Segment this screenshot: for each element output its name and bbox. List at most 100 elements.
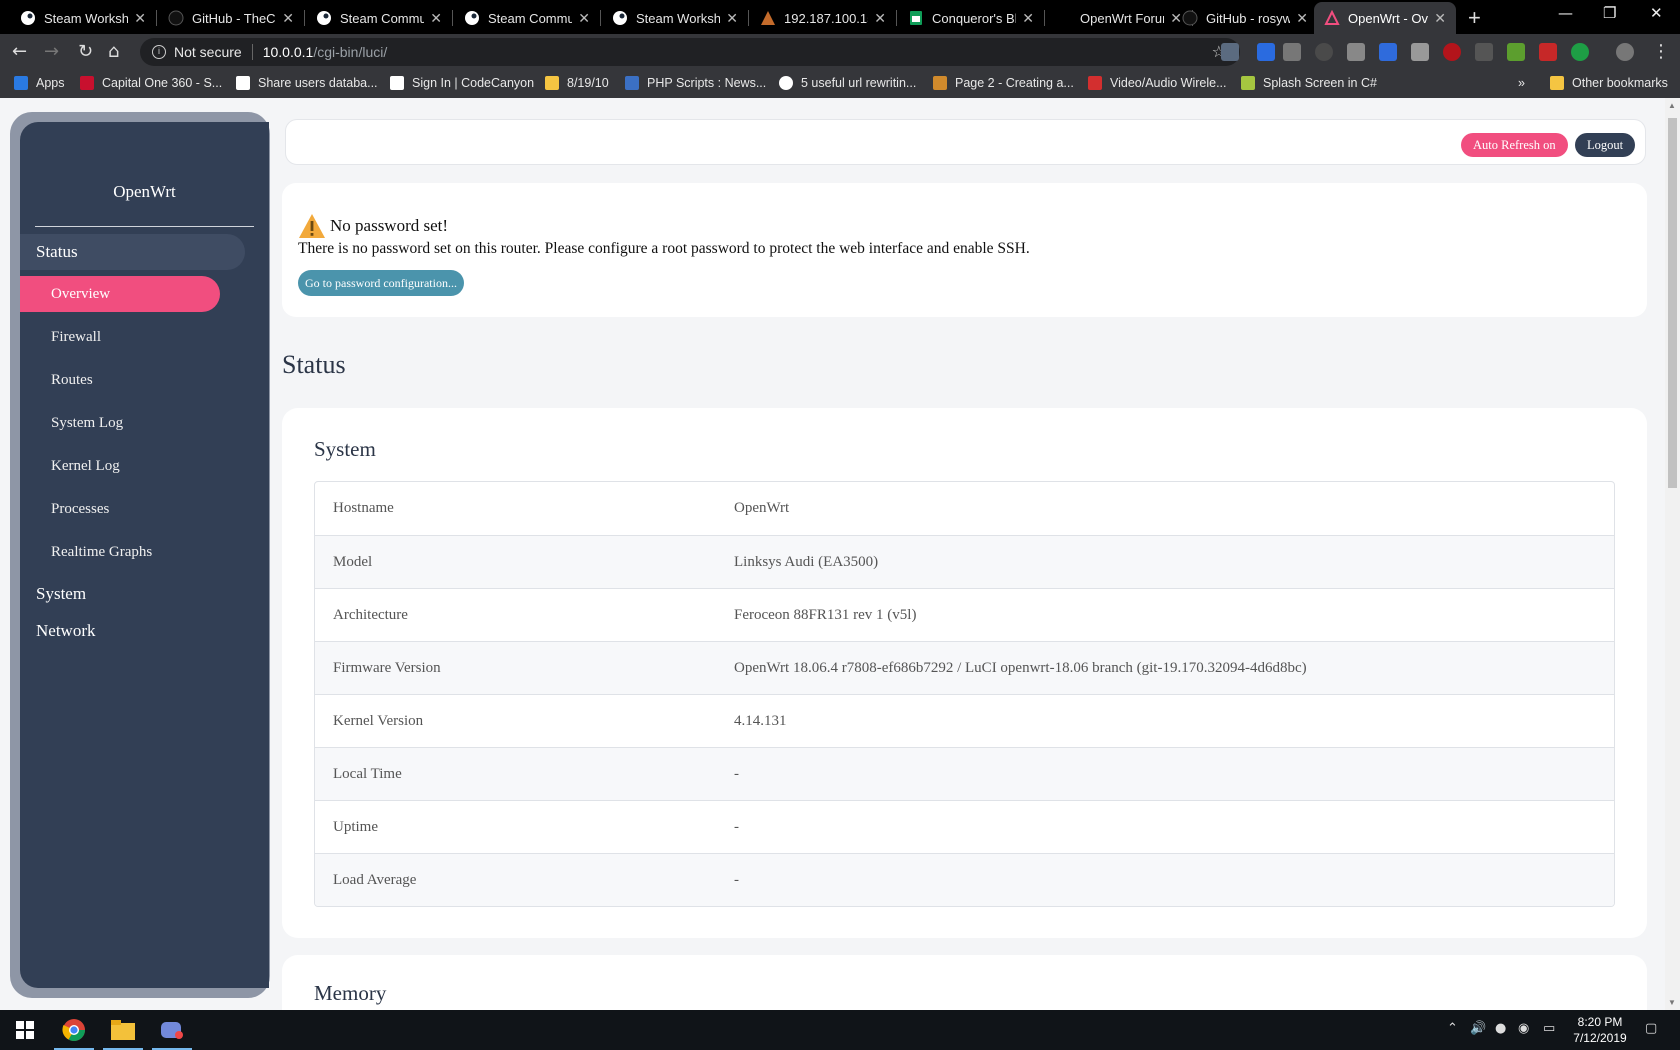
close-icon[interactable]: ✕	[578, 10, 590, 27]
bookmark-8-19-10[interactable]: 8/19/10	[545, 76, 609, 90]
section-title: System	[314, 437, 376, 461]
minimize-button[interactable]: —	[1558, 4, 1573, 22]
header-bar: Auto Refresh on Logout	[285, 119, 1646, 165]
extension-icon[interactable]	[1571, 43, 1589, 61]
tab-title: Conqueror's Bl	[932, 10, 1017, 26]
bookmark-capital-one[interactable]: Capital One 360 - S...	[80, 76, 222, 90]
extension-icon[interactable]	[1475, 43, 1493, 61]
back-button[interactable]: ←	[12, 41, 27, 62]
bookmark-label: Share users databa...	[258, 76, 378, 90]
extension-icon[interactable]	[1347, 43, 1365, 61]
tab-sheets[interactable]: Conqueror's Bl ✕	[898, 2, 1044, 34]
address-field[interactable]: i Not secure 10.0.0.1/cgi-bin/luci/ ☆	[140, 38, 1240, 66]
new-tab-button[interactable]: +	[1468, 5, 1481, 31]
ublock-icon[interactable]	[1443, 43, 1461, 61]
scroll-up-arrow-icon[interactable]: ▲	[1668, 101, 1676, 110]
show-hidden-icons-icon[interactable]: ⌃	[1447, 1021, 1458, 1036]
bookmark-url-rewriting[interactable]: 5 useful url rewritin...	[779, 76, 916, 90]
row-value: OpenWrt	[734, 500, 790, 516]
tab-github-2[interactable]: GitHub - rosyw ✕	[1172, 2, 1318, 34]
bookmark-apps[interactable]: Apps	[14, 76, 65, 90]
menu-system[interactable]: System	[20, 576, 86, 612]
tab-steam-community-2[interactable]: Steam Commu ✕	[454, 2, 600, 34]
row-key: Uptime	[333, 818, 378, 835]
steam-extension-icon[interactable]	[1221, 43, 1239, 61]
bookmark-label: PHP Scripts : News...	[647, 76, 767, 90]
extension-icon[interactable]	[1411, 43, 1429, 61]
security-label: Not secure	[174, 44, 242, 60]
row-key: Model	[333, 553, 373, 570]
password-config-button[interactable]: Go to password configuration...	[298, 270, 464, 296]
close-icon[interactable]: ✕	[874, 10, 886, 27]
bookmark-share-users[interactable]: Share users databa...	[236, 76, 378, 90]
bookmark-page-2[interactable]: Page 2 - Creating a...	[933, 76, 1074, 90]
info-icon[interactable]: i	[152, 45, 166, 59]
tab-steam-community-1[interactable]: Steam Commu ✕	[306, 2, 452, 34]
page-scrollbar[interactable]: ▲ ▼	[1665, 98, 1680, 1010]
menu-item-system-log[interactable]: System Log	[20, 405, 220, 441]
menu-item-realtime-graphs[interactable]: Realtime Graphs	[20, 534, 220, 570]
menu-network[interactable]: Network	[20, 613, 95, 649]
bookmark-php-scripts[interactable]: PHP Scripts : News...	[625, 76, 766, 90]
system-clock[interactable]: 8:20 PM 7/12/2019	[1560, 1014, 1640, 1046]
menu-item-routes[interactable]: Routes	[20, 362, 220, 398]
extension-icon[interactable]	[1379, 43, 1397, 61]
scrollbar-thumb[interactable]	[1668, 118, 1677, 488]
forward-button[interactable]: →	[44, 41, 59, 62]
menu-status[interactable]: Status	[20, 234, 245, 270]
bookmark-video-audio[interactable]: Video/Audio Wirele...	[1088, 76, 1227, 90]
windows-start-icon[interactable]	[16, 1021, 34, 1039]
menu-item-processes[interactable]: Processes	[20, 491, 220, 527]
extension-icon[interactable]	[1315, 43, 1333, 61]
menu-item-kernel-log[interactable]: Kernel Log	[20, 448, 220, 484]
scroll-down-arrow-icon[interactable]: ▼	[1668, 998, 1676, 1007]
bookmark-codecanyon[interactable]: Sign In | CodeCanyon	[390, 76, 534, 90]
notifications-icon[interactable]: ▢	[1645, 1021, 1657, 1036]
row-key: Hostname	[333, 500, 394, 516]
other-bookmarks-folder[interactable]: Other bookmarks	[1550, 76, 1668, 90]
chrome-taskbar-icon[interactable]	[50, 1010, 98, 1050]
browser-menu-icon[interactable]: ⋮	[1652, 41, 1670, 62]
table-row: Firmware Version OpenWrt 18.06.4 r7808-ef…	[315, 641, 1614, 694]
close-icon[interactable]: ✕	[1434, 10, 1446, 27]
discord-taskbar-icon[interactable]	[148, 1010, 196, 1050]
tab-steam-workshop-1[interactable]: Steam Worksho ✕	[10, 2, 156, 34]
close-icon[interactable]: ✕	[1296, 10, 1308, 27]
logout-button[interactable]: Logout	[1575, 133, 1636, 157]
site-icon	[1088, 76, 1102, 90]
extension-icon[interactable]	[1283, 43, 1301, 61]
extension-icon[interactable]	[1507, 43, 1525, 61]
tab-title: OpenWrt - Ove	[1348, 10, 1429, 26]
reload-button[interactable]: ↻	[78, 41, 93, 62]
close-icon[interactable]: ✕	[430, 10, 442, 27]
menu-item-overview[interactable]: Overview	[20, 276, 220, 312]
close-icon[interactable]: ✕	[1022, 10, 1034, 27]
steam-icon	[612, 10, 628, 26]
profile-avatar[interactable]	[1616, 43, 1634, 61]
close-icon[interactable]: ✕	[282, 10, 294, 27]
steam-icon	[316, 10, 332, 26]
close-icon[interactable]: ✕	[726, 10, 738, 27]
menu-item-firewall[interactable]: Firewall	[20, 319, 220, 355]
extension-icon[interactable]	[1257, 43, 1275, 61]
discord-tray-icon[interactable]: ●	[1495, 1021, 1506, 1036]
home-button[interactable]: ⌂	[108, 41, 119, 62]
tab-ip-address[interactable]: 192.187.100.15 ✕	[750, 2, 896, 34]
alert-title: No password set!	[330, 216, 449, 235]
maximize-button[interactable]: ❐	[1603, 4, 1616, 22]
close-window-button[interactable]: ✕	[1650, 4, 1663, 22]
auto-refresh-button[interactable]: Auto Refresh on	[1461, 133, 1568, 157]
tab-steam-workshop-2[interactable]: Steam Worksho ✕	[602, 2, 748, 34]
tab-openwrt-forum[interactable]: OpenWrt Forum ✕	[1046, 2, 1192, 34]
extension-icon[interactable]	[1539, 43, 1557, 61]
bookmarks-overflow-button[interactable]: »	[1518, 76, 1525, 90]
tab-openwrt-overview[interactable]: OpenWrt - Ove ✕	[1314, 2, 1456, 34]
file-explorer-taskbar-icon[interactable]	[99, 1010, 147, 1050]
volume-icon[interactable]: 🔊	[1470, 1021, 1486, 1036]
close-icon[interactable]: ✕	[134, 10, 146, 27]
network-icon[interactable]: ▭	[1543, 1021, 1555, 1036]
steam-tray-icon[interactable]: ◉	[1518, 1021, 1529, 1036]
tab-github-1[interactable]: GitHub - TheC ✕	[158, 2, 304, 34]
bookmark-splash-screen[interactable]: Splash Screen in C#	[1241, 76, 1377, 90]
brand-logo[interactable]: OpenWrt	[20, 182, 269, 202]
